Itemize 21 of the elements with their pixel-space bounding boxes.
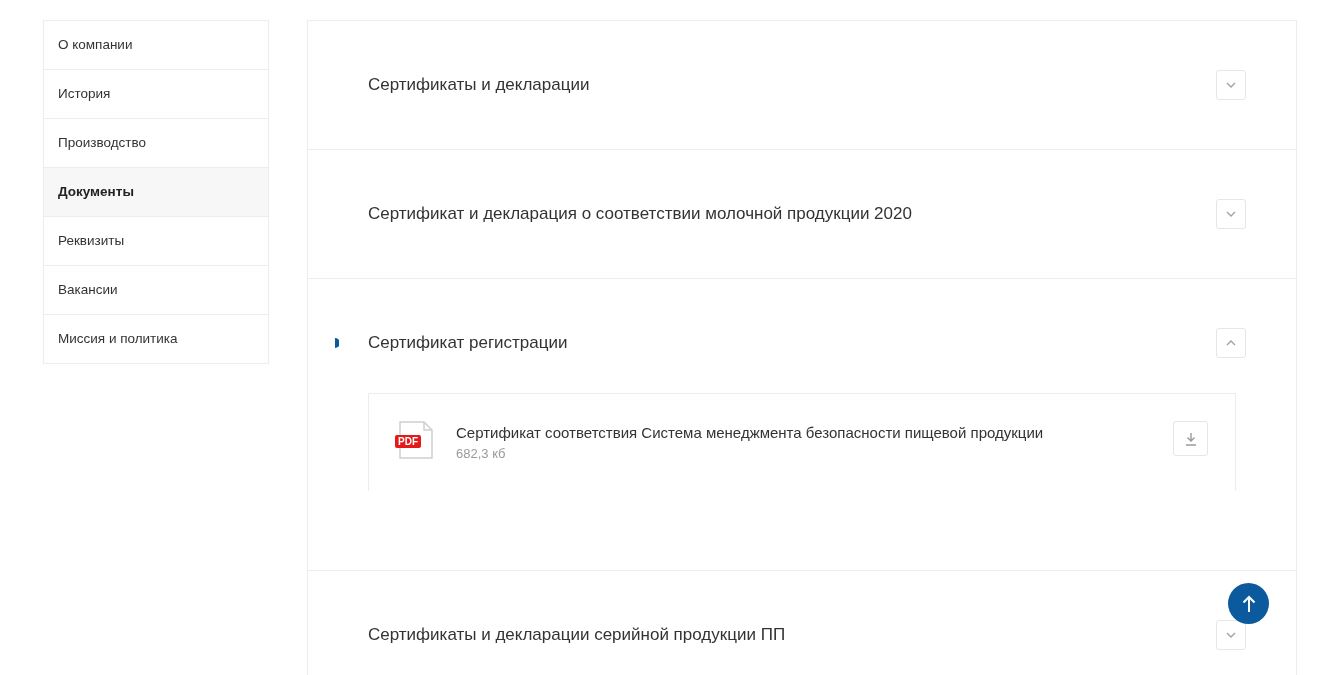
arrow-up-icon (1241, 594, 1256, 613)
chevron-down-icon (1226, 632, 1236, 638)
expand-toggle-button[interactable] (1216, 328, 1246, 358)
file-size: 682,3 кб (456, 446, 506, 462)
chevron-down-icon (1226, 211, 1236, 217)
section-title: Сертификаты и декларации (368, 75, 591, 95)
scroll-to-top-button[interactable] (1228, 583, 1269, 624)
file-type-badge: PDF (395, 435, 421, 448)
section-title: Сертификат регистрации (368, 332, 569, 354)
chevron-up-icon (1226, 340, 1236, 346)
section-title: Сертификат и декларация о соответствии молочной продукции 2020 (368, 204, 913, 224)
download-button[interactable] (1173, 421, 1208, 456)
file-name-link[interactable]: Сертификат соответствия Система менеджмента безопасности пищевой продукции (456, 424, 1044, 442)
active-marker-icon (335, 338, 339, 348)
chevron-down-icon (1226, 82, 1236, 88)
expand-toggle-button[interactable] (1216, 70, 1246, 100)
download-icon (1184, 431, 1197, 446)
expand-toggle-button[interactable] (1216, 199, 1246, 229)
sidebar-item[interactable]: Документы (44, 168, 268, 217)
expand-toggle-button[interactable] (1216, 620, 1246, 650)
section-title: Сертификаты и декларации серийной продукции ПП (368, 625, 787, 645)
